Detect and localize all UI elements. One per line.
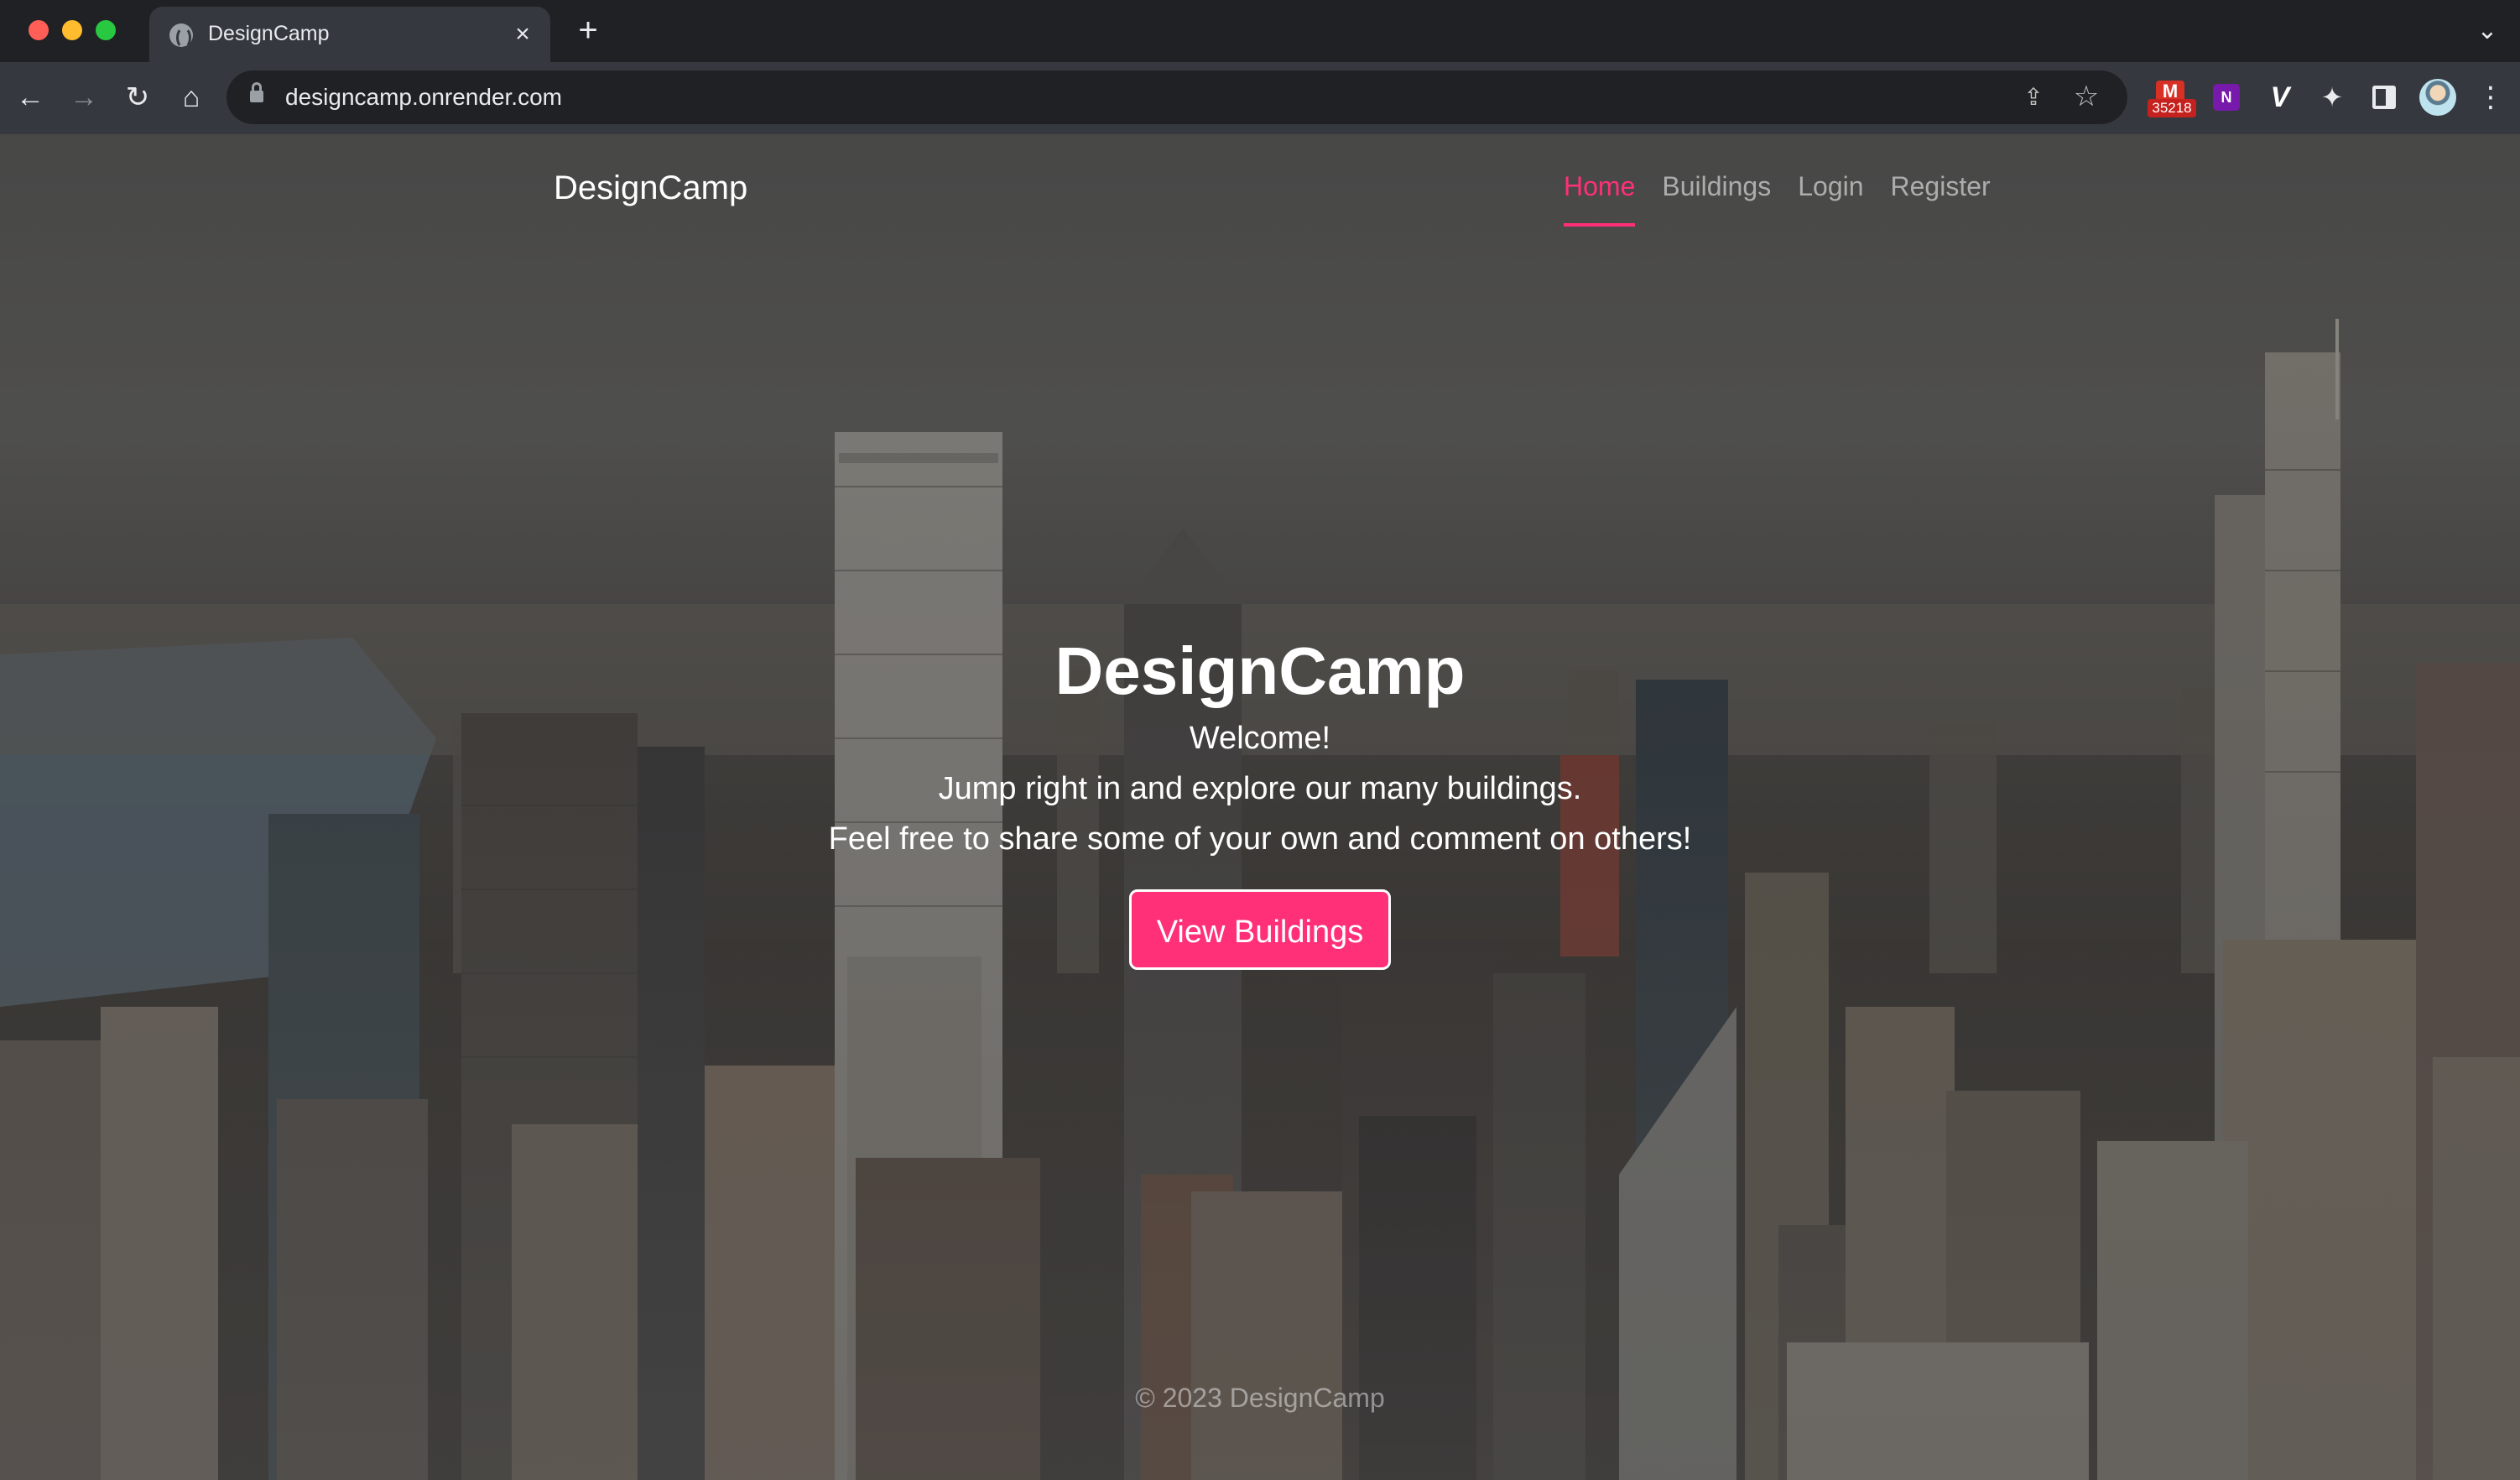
hero-section: DesignCamp Welcome! Jump right in and ex… <box>0 629 2520 970</box>
browser-tab-bar: DesignCamp × + ⌄ <box>0 0 2520 62</box>
nav-link-login[interactable]: Login <box>1798 171 1863 202</box>
tab-search-chevron-icon[interactable]: ⌄ <box>2473 17 2502 45</box>
hero-welcome: Welcome! <box>1189 721 1331 756</box>
main-nav: Home Buildings Login Register <box>1564 171 1991 227</box>
window-zoom-button[interactable] <box>96 20 116 40</box>
lock-icon[interactable] <box>250 82 263 104</box>
window-close-button[interactable] <box>29 20 49 40</box>
site-brand[interactable]: DesignCamp <box>554 169 747 207</box>
home-icon[interactable]: ⌂ <box>173 79 210 116</box>
hero-explore-text: Jump right in and explore our many build… <box>938 771 1582 806</box>
onenote-extension-icon[interactable]: N <box>2210 81 2243 114</box>
nav-link-register[interactable]: Register <box>1891 171 1991 202</box>
page-viewport: DesignCamp Home Buildings Login Register… <box>0 134 2520 1480</box>
nav-link-home[interactable]: Home <box>1564 171 1636 227</box>
footer-copyright: © 2023 DesignCamp <box>1135 1383 1385 1413</box>
address-bar[interactable]: designcamp.onrender.com ⇪ ☆ <box>226 70 2127 124</box>
reload-icon[interactable]: ↻ <box>119 79 156 116</box>
share-icon[interactable]: ⇪ <box>2020 84 2047 111</box>
bookmark-star-icon[interactable]: ☆ <box>2072 82 2101 111</box>
forward-arrow-icon[interactable]: → <box>65 79 102 116</box>
view-buildings-button[interactable]: View Buildings <box>1128 889 1392 970</box>
profile-avatar[interactable] <box>2419 79 2456 116</box>
browser-toolbar: ← → ↻ ⌂ designcamp.onrender.com ⇪ ☆ M 35… <box>0 62 2520 134</box>
tab-title: DesignCamp <box>208 22 330 45</box>
back-arrow-icon[interactable]: ← <box>12 79 49 116</box>
extensions-puzzle-icon[interactable]: ✦ <box>2315 81 2349 114</box>
globe-icon <box>169 23 193 49</box>
new-tab-button[interactable]: + <box>570 13 606 49</box>
hero-share-text: Feel free to share some of your own and … <box>828 821 1692 857</box>
nav-link-buildings[interactable]: Buildings <box>1662 171 1771 202</box>
side-panel-icon[interactable] <box>2367 81 2401 114</box>
v-extension-icon[interactable]: V <box>2263 81 2297 114</box>
tab-close-icon[interactable]: × <box>507 18 539 50</box>
browser-tab[interactable]: DesignCamp × <box>149 7 550 62</box>
url-text[interactable]: designcamp.onrender.com <box>285 84 562 111</box>
browser-menu-icon[interactable]: ⋮ <box>2476 79 2505 116</box>
gmail-unread-badge: 35218 <box>2148 99 2196 117</box>
window-minimize-button[interactable] <box>62 20 82 40</box>
hero-title: DesignCamp <box>1054 633 1466 708</box>
gmail-extension-icon[interactable]: M 35218 <box>2148 81 2196 117</box>
